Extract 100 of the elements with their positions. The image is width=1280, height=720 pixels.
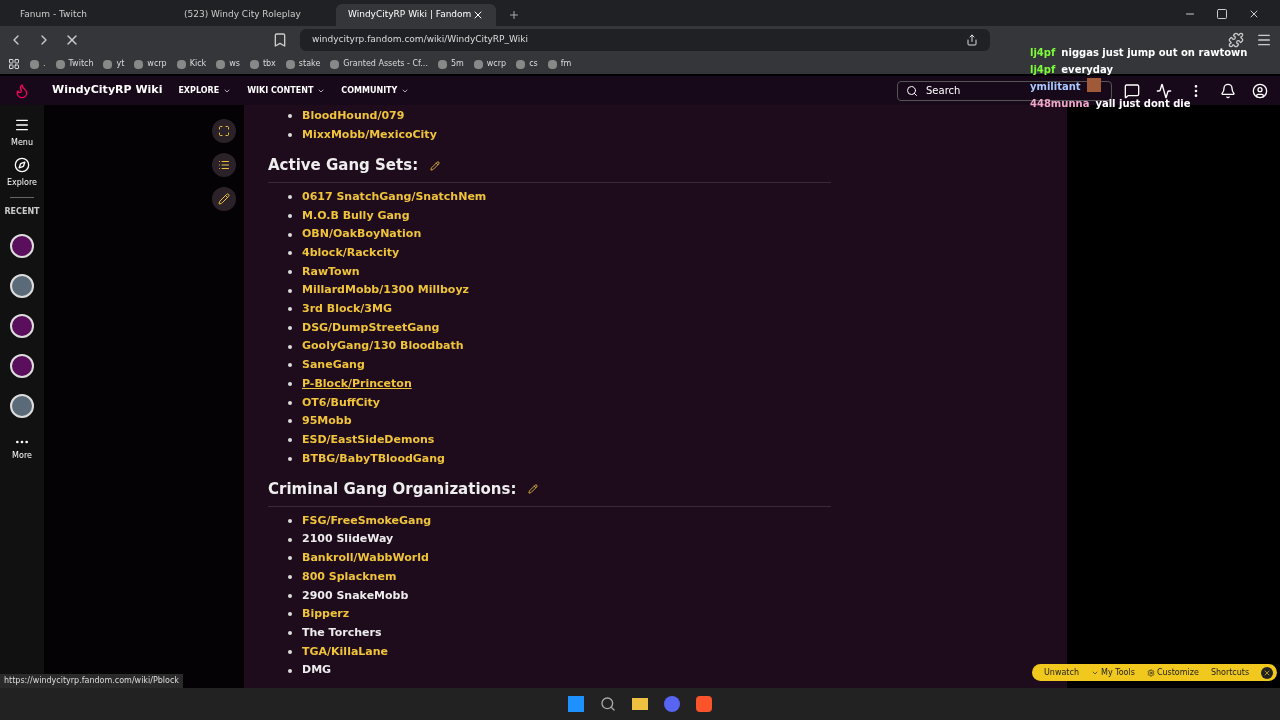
fullscreen-icon (218, 125, 230, 137)
close-icon[interactable] (472, 9, 484, 21)
gang-link[interactable]: 800 Splacknem (302, 568, 397, 586)
gang-link[interactable]: GoolyGang/130 Bloodbath (302, 338, 464, 355)
toolbar-button[interactable]: Customize (1146, 666, 1199, 679)
gang-link[interactable]: ESD/EastSideDemons (302, 431, 435, 449)
extensions-icon[interactable] (1228, 32, 1244, 48)
gang-link[interactable]: OT6/BuffCity (302, 394, 380, 412)
gang-link[interactable]: 4block/Rackcity (302, 245, 400, 262)
bullet-icon (288, 114, 292, 119)
bullet-icon (288, 556, 292, 561)
gang-link[interactable]: MixxMobb/MexicoCity (302, 126, 437, 144)
user-icon[interactable] (1252, 82, 1268, 99)
bullet-icon (288, 575, 292, 580)
wiki-avatar[interactable] (10, 354, 34, 378)
new-tab-icon[interactable] (508, 9, 520, 21)
sidebar-item[interactable]: Explore (7, 157, 37, 189)
bookmark-item[interactable]: tbx (249, 58, 276, 70)
bookmark-item[interactable]: . (30, 58, 46, 70)
compass-icon (14, 157, 30, 173)
nav-menu[interactable]: WIKI CONTENT (247, 84, 326, 97)
gang-link[interactable]: Bankroll/WabbWorld (302, 550, 429, 567)
recent-label: RECENT (4, 206, 40, 218)
notifications-icon[interactable] (1220, 82, 1236, 99)
chat-username: ymilitant (1030, 80, 1081, 94)
fullscreen-button[interactable] (212, 119, 236, 143)
bullet-icon (288, 612, 292, 617)
gang-name: 2100 SlideWay (302, 531, 394, 548)
gang-link[interactable]: SaneGang (302, 357, 365, 374)
bullet-icon (288, 631, 292, 636)
nav-menu[interactable]: COMMUNITY (341, 84, 410, 97)
wiki-avatar[interactable] (10, 234, 34, 258)
gang-link[interactable]: TGA/KillaLane (302, 643, 389, 661)
wiki-avatar[interactable] (10, 314, 34, 338)
bullet-icon (288, 438, 292, 443)
bookmark-item[interactable]: fm (547, 58, 572, 70)
chat-username: lj4pf (1030, 46, 1056, 60)
search-icon[interactable] (600, 696, 616, 712)
gang-link[interactable]: BloodHound/079 (302, 108, 405, 125)
browser-tab[interactable]: (523) Windy City Roleplay (172, 4, 332, 26)
nav-menu[interactable]: EXPLORE (178, 84, 232, 97)
menu-icon[interactable] (1256, 32, 1272, 48)
share-icon[interactable] (966, 34, 978, 46)
address-field[interactable]: windycityrp.fandom.com/wiki/WindyCityRP_Wiki (300, 29, 990, 51)
edit-icon[interactable] (430, 160, 441, 171)
bookmark-item[interactable]: Twitch (55, 58, 94, 70)
gang-link[interactable]: M.O.B Bully Gang (302, 207, 410, 225)
apps-icon[interactable] (8, 58, 20, 70)
close-icon[interactable] (1248, 8, 1260, 20)
gang-link[interactable]: 3rd Block/3MG (302, 301, 392, 318)
maximize-icon[interactable] (1216, 8, 1228, 20)
edit-button[interactable] (212, 187, 236, 211)
gang-link[interactable]: 95Mobb (302, 413, 352, 430)
bookmark-item[interactable]: stake (285, 58, 321, 70)
chat-icon[interactable] (1124, 82, 1140, 99)
bookmark-item[interactable]: yt (103, 58, 125, 70)
menu-icon (14, 117, 30, 133)
toolbar-button[interactable]: My Tools (1091, 666, 1135, 679)
gang-link[interactable]: 0617 SnatchGang/SnatchNem (302, 188, 487, 206)
bookmark-item[interactable]: ws (216, 58, 240, 70)
bullet-icon (288, 195, 292, 200)
gang-link[interactable]: DSG/DumpStreetGang (302, 319, 440, 337)
wiki-title[interactable]: WindyCityRP Wiki (52, 82, 163, 99)
edit-icon[interactable] (528, 484, 539, 495)
gang-link[interactable]: RawTown (302, 263, 360, 281)
gang-link[interactable]: BTBG/BabyTBloodGang (302, 450, 445, 468)
bullet-icon (288, 519, 292, 524)
browser-tab[interactable]: Fanum - Twitch (8, 4, 168, 26)
browser-tab[interactable]: WindyCityRP Wiki | Fandom (336, 4, 496, 26)
bookmark-item[interactable]: 5m (437, 58, 464, 70)
bullet-icon (288, 400, 292, 405)
app-icon[interactable] (664, 696, 680, 712)
bookmark-item[interactable]: wcrp (134, 58, 167, 70)
gang-link[interactable]: FSG/FreeSmokeGang (302, 512, 432, 530)
close-button[interactable] (1261, 666, 1274, 679)
bookmark-item[interactable]: Kick (176, 58, 207, 70)
bookmark-icon[interactable] (272, 32, 288, 48)
browser-icon[interactable] (696, 696, 712, 712)
bullet-icon (288, 269, 292, 274)
sidebar-item[interactable]: Menu (11, 117, 33, 149)
bookmark-item[interactable]: wcrp (473, 58, 507, 70)
list-icon (218, 159, 230, 171)
bullet-icon (288, 363, 292, 368)
search-icon (906, 84, 918, 97)
bookmark-item[interactable]: Granted Assets - Cf... (330, 58, 428, 70)
activity-icon[interactable] (1156, 82, 1172, 99)
photo-placeholder[interactable] (10, 394, 34, 418)
toolbar-button[interactable]: Shortcuts (1210, 666, 1250, 679)
gang-name: 2900 SnakeMobb (302, 587, 409, 604)
gang-link[interactable]: OBN/OakBoyNation (302, 226, 422, 243)
bookmark-item[interactable]: cs (516, 58, 538, 70)
fandom-logo-icon[interactable] (14, 82, 30, 99)
toolbar-button[interactable]: Unwatch (1044, 666, 1079, 679)
bullet-icon (288, 537, 292, 542)
gang-link[interactable]: Bipperz (302, 606, 350, 623)
gang-link[interactable]: P-Block/Princeton (302, 375, 412, 393)
sidebar-item[interactable]: More (12, 434, 32, 462)
gang-link[interactable]: MillardMobb/1300 Millboyz (302, 282, 469, 299)
contents-button[interactable] (212, 153, 236, 177)
photo-placeholder[interactable] (10, 274, 34, 298)
